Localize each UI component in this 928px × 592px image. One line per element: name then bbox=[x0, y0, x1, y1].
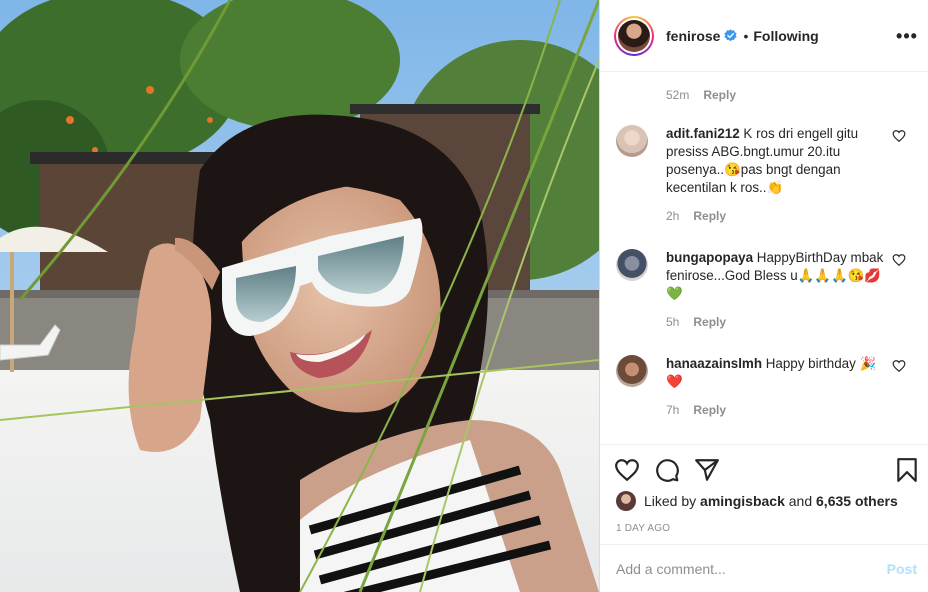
reply-button[interactable]: Reply bbox=[703, 88, 736, 102]
likes-prefix: Liked by bbox=[644, 493, 697, 509]
reply-button[interactable]: Reply bbox=[693, 315, 726, 329]
comment-icon[interactable] bbox=[654, 457, 680, 483]
comment-username[interactable]: adit.fani212 bbox=[666, 126, 740, 141]
post-actions: Liked by amingisback and 6,635 others 1 … bbox=[600, 444, 928, 544]
comment-username[interactable]: bungapopaya bbox=[666, 250, 753, 265]
comment-meta: 5h Reply bbox=[666, 315, 726, 329]
liker-username[interactable]: amingisback bbox=[700, 493, 785, 509]
comment-meta-top: 52m Reply bbox=[666, 88, 736, 102]
comments-list[interactable]: 52m Reply adit.fani212 K ros dri engell … bbox=[600, 73, 928, 444]
bookmark-icon[interactable] bbox=[894, 457, 920, 483]
header-separator: • bbox=[743, 27, 749, 44]
comment-time: 7h bbox=[666, 403, 680, 417]
comment-time: 2h bbox=[666, 209, 680, 223]
commenter-avatar[interactable] bbox=[616, 125, 648, 157]
reply-button[interactable]: Reply bbox=[693, 403, 726, 417]
comment-username[interactable]: hanaazainslmh bbox=[666, 356, 762, 371]
add-comment-input[interactable] bbox=[616, 560, 887, 577]
comment-like-heart-icon[interactable] bbox=[892, 129, 906, 143]
post-side-panel: fenirose • Following ••• 52m Reply adit.… bbox=[599, 0, 928, 592]
post-image bbox=[0, 0, 599, 592]
post-comment-button[interactable]: Post bbox=[887, 561, 917, 577]
comment-time: 52m bbox=[666, 88, 690, 102]
liker-avatar[interactable] bbox=[616, 491, 636, 511]
likes-count[interactable]: 6,635 others bbox=[816, 493, 898, 509]
author-username[interactable]: fenirose bbox=[666, 28, 720, 44]
comment-body: adit.fani212 K ros dri engell gitu presi… bbox=[666, 125, 888, 197]
instagram-post: fenirose • Following ••• 52m Reply adit.… bbox=[0, 0, 928, 592]
add-comment-bar: Post bbox=[600, 544, 928, 592]
comment-time: 5h bbox=[666, 315, 680, 329]
author-avatar[interactable] bbox=[614, 15, 654, 56]
following-button[interactable]: Following bbox=[753, 28, 818, 44]
author-avatar-inner bbox=[616, 17, 652, 54]
post-header: fenirose • Following ••• bbox=[600, 0, 928, 72]
comment-meta: 2h Reply bbox=[666, 209, 726, 223]
likes-summary[interactable]: Liked by amingisback and 6,635 others bbox=[616, 491, 898, 511]
comment-body: bungapopaya HappyBirthDay mbak fenirose.… bbox=[666, 249, 888, 303]
paper-plane-icon[interactable] bbox=[694, 457, 720, 483]
more-options-icon[interactable]: ••• bbox=[895, 24, 919, 48]
post-timestamp[interactable]: 1 DAY AGO bbox=[616, 523, 670, 534]
comment-meta: 7h Reply bbox=[666, 403, 726, 417]
verified-badge-icon bbox=[724, 29, 738, 42]
commenter-avatar[interactable] bbox=[616, 249, 648, 281]
reply-button[interactable]: Reply bbox=[693, 209, 726, 223]
comment-like-heart-icon[interactable] bbox=[892, 253, 906, 267]
comment-body: hanaazainslmh Happy birthday 🎉❤️ bbox=[666, 355, 888, 391]
heart-icon[interactable] bbox=[614, 457, 640, 483]
likes-joiner: and bbox=[788, 493, 813, 509]
author-avatar-image bbox=[618, 19, 650, 52]
commenter-avatar[interactable] bbox=[616, 355, 648, 387]
comment-like-heart-icon[interactable] bbox=[892, 359, 906, 373]
post-photo[interactable] bbox=[0, 0, 599, 592]
